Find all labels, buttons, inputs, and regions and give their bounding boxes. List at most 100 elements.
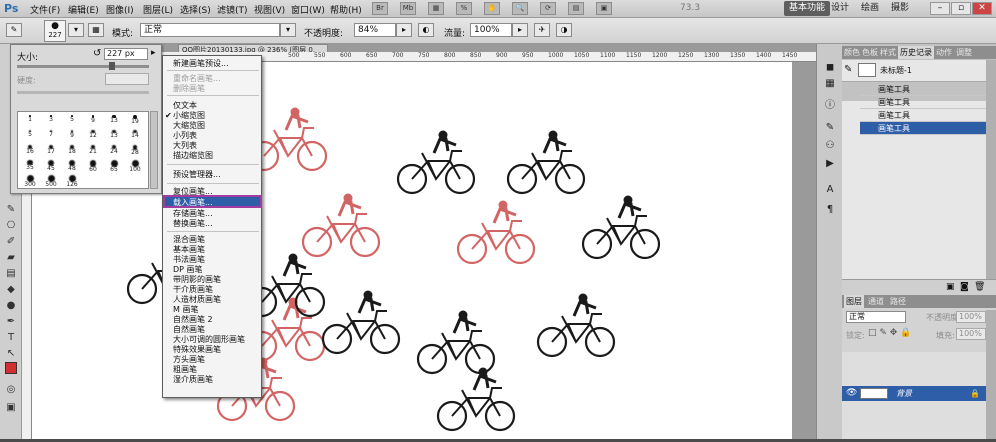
opacity-input[interactable]: 84% bbox=[354, 23, 396, 37]
paragraph-panel-icon[interactable]: ¶ bbox=[823, 204, 837, 216]
flow-slider-button[interactable]: ▸ bbox=[512, 23, 528, 37]
brush-preset-cell[interactable]: 300 bbox=[22, 175, 38, 188]
menu-item-large-list[interactable]: 大列表 bbox=[173, 141, 197, 150]
workspace-photography[interactable]: 摄影 bbox=[886, 1, 914, 16]
screen-mode-icon[interactable]: ▣ bbox=[596, 2, 612, 15]
menu-item-library[interactable]: M 画笔 bbox=[173, 305, 198, 314]
dodge-tool-icon[interactable]: ● bbox=[4, 300, 18, 312]
flow-input[interactable]: 100% bbox=[470, 23, 512, 37]
menu-item-library[interactable]: 混合画笔 bbox=[173, 235, 205, 244]
menu-help[interactable]: 帮助(H) bbox=[330, 3, 362, 16]
eraser-tool-icon[interactable]: ▰ bbox=[4, 252, 18, 264]
brush-tool-icon[interactable]: ✎ bbox=[4, 204, 18, 216]
menu-item-library[interactable]: 基本画笔 bbox=[173, 245, 205, 254]
character-panel-icon[interactable]: A bbox=[823, 184, 837, 196]
menu-item-library[interactable]: 书法画笔 bbox=[173, 255, 205, 264]
history-brush-icon[interactable]: ✐ bbox=[4, 236, 18, 248]
size-slider-thumb[interactable] bbox=[109, 62, 115, 70]
blur-tool-icon[interactable]: ◆ bbox=[4, 284, 18, 296]
pen-tool-icon[interactable]: ✒ bbox=[4, 316, 18, 328]
menu-item-library[interactable]: 自然画笔 bbox=[173, 325, 205, 334]
brush-picker-button[interactable]: ● 227 bbox=[44, 20, 66, 42]
layers-scrollbar[interactable] bbox=[986, 310, 996, 439]
tab-swatches[interactable]: 色板 bbox=[862, 46, 878, 59]
brush-preset-cell[interactable]: 5 bbox=[64, 115, 80, 128]
history-item[interactable]: 画笔工具 bbox=[860, 96, 986, 109]
size-slider-track[interactable] bbox=[17, 65, 149, 68]
close-button[interactable]: ✕ bbox=[972, 2, 992, 15]
actions-panel-icon[interactable]: ▶ bbox=[823, 158, 837, 170]
menu-item-large-thumb[interactable]: 大缩览图 bbox=[173, 121, 205, 130]
menu-edit[interactable]: 编辑(E) bbox=[68, 3, 99, 16]
path-select-icon[interactable]: ↖ bbox=[4, 348, 18, 360]
brush-preset-cell[interactable]: 21 bbox=[85, 145, 101, 158]
minimize-button[interactable]: – bbox=[930, 2, 950, 15]
menu-item-library[interactable]: 粗画笔 bbox=[173, 365, 197, 374]
menu-item-stroke-thumb[interactable]: 描边缩览图 bbox=[173, 151, 213, 160]
screen-mode-tool-icon[interactable]: ▣ bbox=[4, 402, 18, 414]
tab-layers[interactable]: 图层 bbox=[844, 295, 864, 308]
mode-select[interactable]: 正常 bbox=[140, 23, 280, 37]
menu-item-load[interactable]: 载入画笔... bbox=[173, 198, 213, 207]
new-doc-icon[interactable]: ▣ bbox=[946, 282, 955, 292]
blend-mode-select[interactable]: 正常 bbox=[846, 311, 906, 323]
brush-preset-cell[interactable]: 126 bbox=[64, 175, 80, 188]
brush-preset-cell[interactable]: 13 bbox=[106, 130, 122, 143]
camera-icon[interactable]: ◙ bbox=[960, 282, 969, 292]
history-item-selected[interactable]: 画笔工具 bbox=[860, 122, 986, 135]
clone-source-icon[interactable]: ⚇ bbox=[823, 140, 837, 152]
brush-preset-cell[interactable]: 16 bbox=[22, 145, 38, 158]
brush-preset-cell[interactable]: 500 bbox=[43, 175, 59, 188]
pressure-size-icon[interactable]: ◑ bbox=[556, 23, 572, 37]
layer-opacity-input[interactable]: 100% bbox=[956, 311, 986, 323]
rotate-view-icon[interactable]: ⟳ bbox=[540, 2, 556, 15]
trash-icon[interactable]: 🗑 bbox=[974, 282, 985, 292]
visibility-eye-icon[interactable]: 👁 bbox=[846, 386, 857, 401]
arrange-icon[interactable]: ▤ bbox=[568, 2, 584, 15]
tab-color[interactable]: 颜色 bbox=[844, 46, 860, 59]
brush-preset-cell[interactable]: 48 bbox=[64, 160, 80, 173]
airbrush-icon[interactable]: ✈ bbox=[534, 23, 550, 37]
brush-preset-cell[interactable]: 100 bbox=[127, 160, 143, 173]
hand-tool-icon[interactable]: ✋ bbox=[484, 2, 500, 15]
zoom-tool-icon[interactable]: 🔍 bbox=[512, 2, 528, 15]
brush-preset-cell[interactable]: 14 bbox=[127, 130, 143, 143]
tab-styles[interactable]: 样式 bbox=[880, 46, 896, 59]
brush-settings-icon[interactable]: ✎ bbox=[823, 122, 837, 134]
info-panel-icon[interactable]: ⓘ bbox=[823, 96, 837, 111]
zoom-level-icon[interactable]: % bbox=[456, 2, 472, 15]
tab-adjustments[interactable]: 调整 bbox=[956, 46, 972, 59]
menu-item-preset-manager[interactable]: 预设管理器... bbox=[173, 170, 221, 179]
mode-dropdown-arrow[interactable]: ▾ bbox=[280, 23, 296, 37]
lock-icons[interactable]: □ ✎ ✥ 🔒 bbox=[868, 328, 911, 338]
menu-view[interactable]: 视图(V) bbox=[254, 3, 285, 16]
menu-window[interactable]: 窗口(W) bbox=[291, 3, 325, 16]
menu-item-library[interactable]: 干介质画笔 bbox=[173, 285, 213, 294]
panel-menu-icon[interactable]: ▸ bbox=[151, 48, 161, 60]
color-panel-icon[interactable]: ◼ bbox=[823, 62, 837, 74]
minibridge-icon[interactable]: Mb bbox=[400, 2, 416, 15]
hardness-slider-track[interactable] bbox=[17, 91, 149, 94]
brush-preset-cell[interactable]: 5 bbox=[22, 130, 38, 143]
menu-item-save[interactable]: 存储画笔... bbox=[173, 209, 213, 218]
menu-item-library[interactable]: 方头画笔 bbox=[173, 355, 205, 364]
workspace-essentials[interactable]: 基本功能 bbox=[784, 1, 831, 16]
menu-item-library[interactable]: 湿介质画笔 bbox=[173, 375, 213, 384]
stamp-tool-icon[interactable]: ⎔ bbox=[4, 220, 18, 232]
menu-item-small-list[interactable]: 小列表 bbox=[173, 131, 197, 140]
brush-preset-cell[interactable]: 60 bbox=[85, 160, 101, 173]
history-scrollbar[interactable] bbox=[986, 60, 996, 300]
tab-history[interactable]: 历史记录 bbox=[898, 46, 934, 59]
brush-preset-cell[interactable]: 45 bbox=[43, 160, 59, 173]
foreground-color-swatch[interactable] bbox=[5, 362, 17, 374]
quick-mask-icon[interactable]: ◎ bbox=[4, 384, 18, 396]
menu-item-new-preset[interactable]: 新建画笔预设... bbox=[173, 59, 229, 68]
restore-button[interactable]: ▫ bbox=[951, 2, 971, 15]
tab-channels[interactable]: 通道 bbox=[868, 295, 884, 308]
layer-row-background[interactable]: 👁 背景 🔒 bbox=[842, 386, 986, 401]
snapshot-row[interactable]: ✎ 未标题-1 bbox=[842, 60, 986, 82]
brush-dropdown-arrow[interactable]: ▾ bbox=[68, 23, 84, 37]
swatches-panel-icon[interactable]: ▦ bbox=[823, 78, 837, 90]
menu-item-library[interactable]: 带阴影的画笔 bbox=[173, 275, 221, 284]
bridge-icon[interactable]: Br bbox=[372, 2, 388, 15]
